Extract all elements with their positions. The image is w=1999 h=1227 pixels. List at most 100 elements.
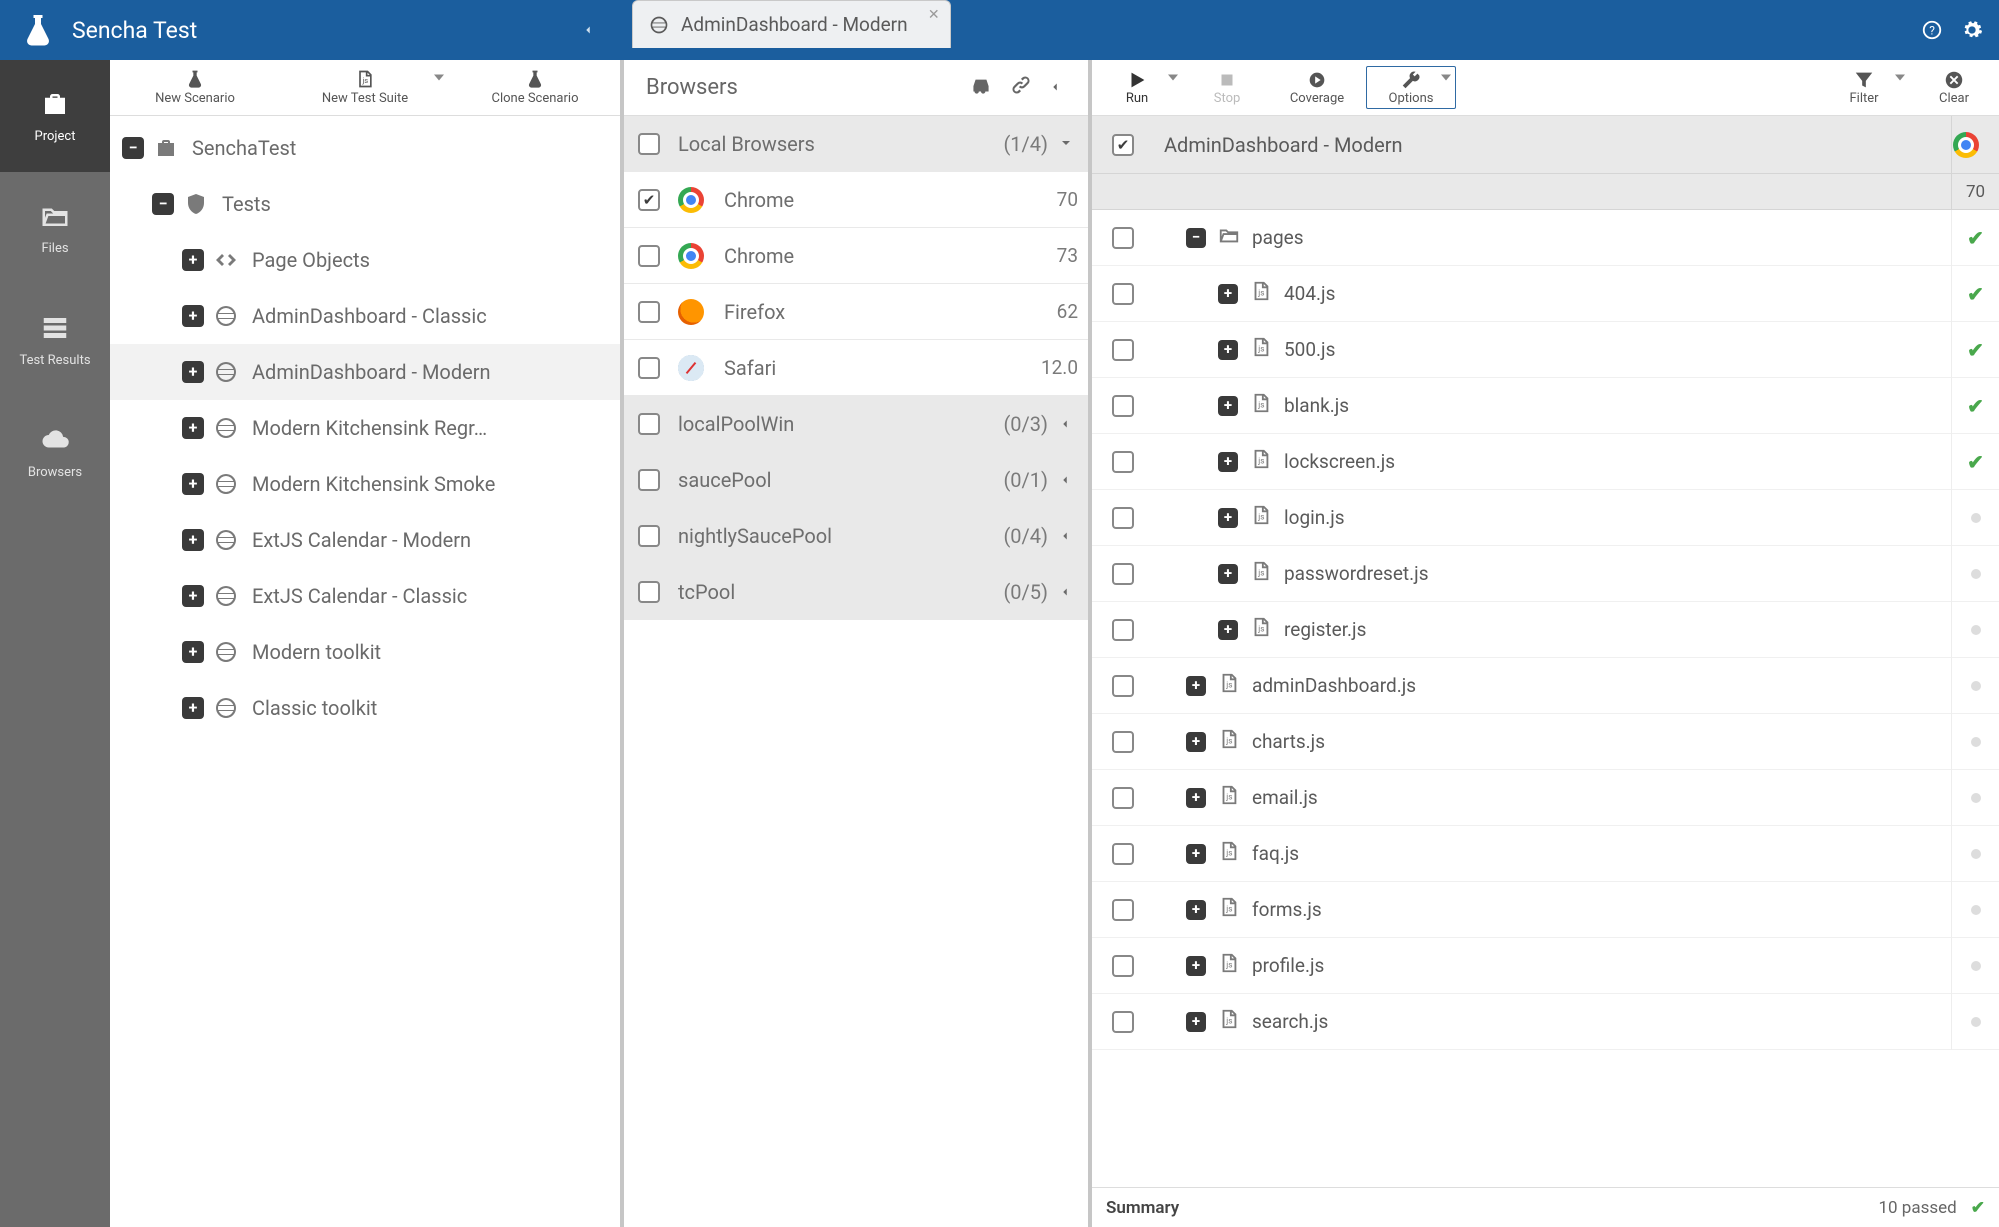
chevron-icon[interactable] (1058, 580, 1078, 604)
new-test-suite-button[interactable]: New Test Suite (280, 60, 450, 115)
tree-row[interactable]: SenchaTest (110, 120, 620, 176)
result-row[interactable]: 404.js✔ (1092, 266, 1999, 322)
tree-row[interactable]: Modern Kitchensink Smoke (110, 456, 620, 512)
result-row[interactable]: 500.js✔ (1092, 322, 1999, 378)
browser-checkbox[interactable] (638, 189, 660, 211)
row-checkbox[interactable] (1112, 619, 1134, 641)
expand-icon[interactable] (1218, 620, 1238, 640)
row-checkbox[interactable] (1112, 675, 1134, 697)
expand-icon[interactable] (182, 697, 204, 719)
row-checkbox[interactable] (1112, 955, 1134, 977)
expand-icon[interactable] (1186, 788, 1206, 808)
expand-icon[interactable] (182, 641, 204, 663)
result-row[interactable]: email.js (1092, 770, 1999, 826)
nav-test-results[interactable]: Test Results (0, 284, 110, 396)
result-row[interactable]: pages✔ (1092, 210, 1999, 266)
coverage-button[interactable]: Coverage (1272, 60, 1362, 115)
nav-browsers[interactable]: Browsers (0, 396, 110, 508)
help-icon[interactable] (1921, 19, 1943, 41)
chevron-down-icon[interactable] (1168, 80, 1178, 95)
expand-icon[interactable] (1186, 732, 1206, 752)
result-row[interactable]: adminDashboard.js (1092, 658, 1999, 714)
expand-icon[interactable] (1186, 844, 1206, 864)
result-row[interactable]: register.js (1092, 602, 1999, 658)
expand-icon[interactable] (182, 529, 204, 551)
browser-row[interactable]: Chrome73 (624, 228, 1088, 284)
settings-icon[interactable] (1961, 19, 1983, 41)
chevron-down-icon[interactable] (1895, 80, 1905, 95)
result-row[interactable]: login.js (1092, 490, 1999, 546)
pool-checkbox[interactable] (638, 525, 660, 547)
expand-icon[interactable] (182, 361, 204, 383)
row-checkbox[interactable] (1112, 731, 1134, 753)
chevron-down-icon[interactable] (434, 80, 444, 95)
row-checkbox[interactable] (1112, 227, 1134, 249)
expand-icon[interactable] (182, 585, 204, 607)
run-button[interactable]: Run (1092, 60, 1182, 115)
collapse-browsers-icon[interactable] (1048, 75, 1074, 100)
row-checkbox[interactable] (1112, 787, 1134, 809)
select-all-checkbox[interactable] (1112, 134, 1134, 156)
result-row[interactable]: forms.js (1092, 882, 1999, 938)
tree-row[interactable]: Modern Kitchensink Regr… (110, 400, 620, 456)
chevron-icon[interactable] (1058, 132, 1078, 156)
pool-checkbox[interactable] (638, 581, 660, 603)
expand-icon[interactable] (1218, 564, 1238, 584)
pool-checkbox[interactable] (638, 133, 660, 155)
link-icon[interactable] (1008, 72, 1034, 104)
expand-icon[interactable] (182, 305, 204, 327)
row-checkbox[interactable] (1112, 451, 1134, 473)
clear-button[interactable]: Clear (1909, 60, 1999, 115)
result-row[interactable]: profile.js (1092, 938, 1999, 994)
result-row[interactable]: charts.js (1092, 714, 1999, 770)
expand-icon[interactable] (1218, 340, 1238, 360)
browser-row[interactable]: Firefox62 (624, 284, 1088, 340)
chevron-down-icon[interactable] (1441, 80, 1451, 95)
expand-icon[interactable] (122, 137, 144, 159)
pool-checkbox[interactable] (638, 469, 660, 491)
tree-row[interactable]: Tests (110, 176, 620, 232)
pool-checkbox[interactable] (638, 413, 660, 435)
expand-icon[interactable] (182, 249, 204, 271)
tree-row[interactable]: Page Objects (110, 232, 620, 288)
scenario-tab[interactable]: AdminDashboard - Modern ✕ (632, 0, 951, 48)
result-row[interactable]: search.js (1092, 994, 1999, 1050)
tree-row[interactable]: Modern toolkit (110, 624, 620, 680)
row-checkbox[interactable] (1112, 1011, 1134, 1033)
row-checkbox[interactable] (1112, 395, 1134, 417)
expand-icon[interactable] (1218, 508, 1238, 528)
row-checkbox[interactable] (1112, 899, 1134, 921)
expand-icon[interactable] (1218, 396, 1238, 416)
result-row[interactable]: lockscreen.js✔ (1092, 434, 1999, 490)
close-tab-icon[interactable]: ✕ (928, 7, 940, 23)
tree-row[interactable]: AdminDashboard - Classic (110, 288, 620, 344)
chevron-icon[interactable] (1058, 468, 1078, 492)
expand-icon[interactable] (1218, 284, 1238, 304)
pool-row[interactable]: Local Browsers(1/4) (624, 116, 1088, 172)
browser-row[interactable]: Chrome70 (624, 172, 1088, 228)
row-checkbox[interactable] (1112, 283, 1134, 305)
expand-icon[interactable] (1186, 228, 1206, 248)
expand-icon[interactable] (1186, 676, 1206, 696)
pool-row[interactable]: tcPool(0/5) (624, 564, 1088, 620)
expand-icon[interactable] (1186, 1012, 1206, 1032)
browser-checkbox[interactable] (638, 245, 660, 267)
parking-icon[interactable] (968, 72, 994, 104)
expand-icon[interactable] (182, 473, 204, 495)
chevron-icon[interactable] (1058, 412, 1078, 436)
pool-row[interactable]: localPoolWin(0/3) (624, 396, 1088, 452)
expand-icon[interactable] (1186, 956, 1206, 976)
browser-checkbox[interactable] (638, 301, 660, 323)
tree-row[interactable]: ExtJS Calendar - Classic (110, 568, 620, 624)
browser-checkbox[interactable] (638, 357, 660, 379)
tree-row[interactable]: Classic toolkit (110, 680, 620, 736)
pool-row[interactable]: saucePool(0/1) (624, 452, 1088, 508)
stop-button[interactable]: Stop (1182, 60, 1272, 115)
pool-row[interactable]: nightlySaucePool(0/4) (624, 508, 1088, 564)
expand-icon[interactable] (1186, 900, 1206, 920)
row-checkbox[interactable] (1112, 563, 1134, 585)
nav-files[interactable]: Files (0, 172, 110, 284)
tree-row[interactable]: AdminDashboard - Modern (110, 344, 620, 400)
row-checkbox[interactable] (1112, 339, 1134, 361)
options-button[interactable]: Options (1366, 66, 1456, 109)
